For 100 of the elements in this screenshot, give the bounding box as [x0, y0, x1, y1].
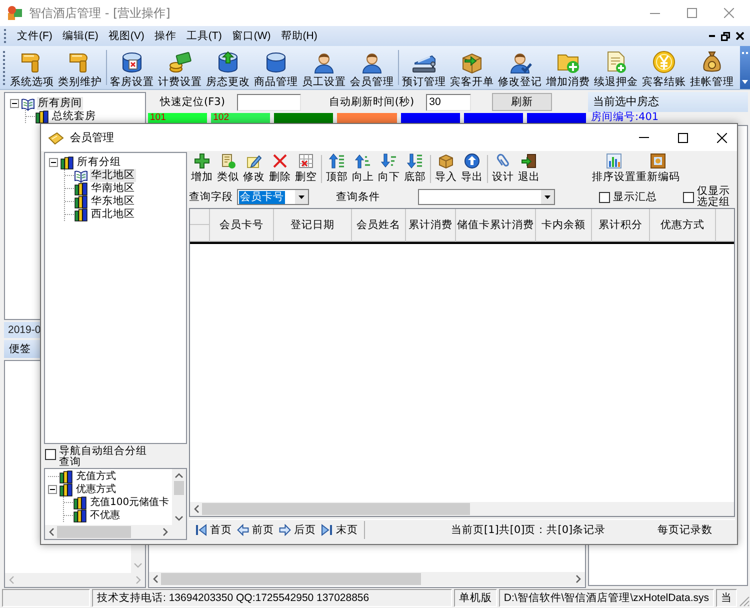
tree-item[interactable]: 总统套房	[51, 110, 97, 123]
scroll-right-icon[interactable]	[576, 575, 581, 583]
tree-item[interactable]: 西北地区	[90, 208, 136, 221]
checkbox[interactable]	[45, 449, 56, 460]
toolbar-button[interactable]: 退出	[516, 152, 542, 186]
collapse-icon[interactable]	[48, 485, 57, 494]
maximize-icon[interactable]	[678, 132, 688, 142]
tree-item[interactable]: 优惠方式	[75, 483, 117, 496]
collapse-icon[interactable]	[49, 158, 58, 167]
toolbar-button[interactable]: 会员管理	[348, 46, 396, 89]
tree-item[interactable]: 所有分组	[76, 156, 122, 169]
toolbar-button[interactable]: 客房设置	[108, 46, 156, 89]
scrollbar-thumb[interactable]	[174, 481, 184, 495]
toolbar-button[interactable]: 设计	[490, 152, 516, 186]
toolbar-button[interactable]: 向上	[350, 152, 376, 186]
column-header[interactable]: 累计消费	[406, 209, 456, 242]
toolbar-button[interactable]: 预订管理	[400, 46, 448, 89]
column-header[interactable]: 会员姓名	[352, 209, 406, 242]
scroll-left-icon[interactable]	[153, 575, 158, 583]
column-header[interactable]: 储值卡累计消费	[456, 209, 536, 242]
horizontal-scrollbar[interactable]	[190, 502, 734, 516]
toolbar-button[interactable]: 宾客结账	[640, 46, 688, 89]
toolbar-overflow-button[interactable]	[740, 46, 750, 89]
toolbar-button[interactable]: 底部	[402, 152, 428, 186]
toolbar-button[interactable]: 删空	[293, 152, 319, 186]
room-tile[interactable]	[526, 113, 586, 124]
scroll-left-icon[interactable]	[49, 528, 54, 536]
room-tile[interactable]	[274, 113, 334, 124]
scrollbar-thumb[interactable]	[57, 526, 131, 538]
horizontal-scrollbar[interactable]	[149, 572, 585, 586]
room-tile[interactable]	[337, 113, 397, 124]
menu-item[interactable]: 视图(V)	[103, 27, 150, 45]
room-tile[interactable]: 101	[148, 113, 208, 124]
query-condition-dropdown[interactable]	[418, 189, 555, 205]
menu-item[interactable]: 文件(F)	[12, 27, 58, 45]
column-header[interactable]: 会员卡号	[210, 209, 274, 242]
resize-grip-icon[interactable]	[739, 596, 750, 607]
tree-item[interactable]: 充值方式	[75, 470, 117, 483]
tree-item[interactable]: 华东地区	[90, 195, 136, 208]
restore-icon[interactable]	[721, 32, 730, 40]
toolbar-button[interactable]: 房态更改	[204, 46, 252, 89]
pager-button[interactable]: 后页	[279, 523, 316, 537]
scroll-left-icon[interactable]	[194, 505, 199, 513]
scroll-right-icon[interactable]	[163, 528, 168, 536]
toolbar-button[interactable]: 员工设置	[300, 46, 348, 89]
toolbar-button[interactable]: 导入	[433, 152, 459, 186]
toolbar-button[interactable]: 修改	[241, 152, 267, 186]
room-tile[interactable]	[400, 113, 460, 124]
scroll-down-icon[interactable]	[175, 516, 183, 521]
column-header[interactable]: 卡内余额	[536, 209, 592, 242]
toolbar-button[interactable]: 类似	[215, 152, 241, 186]
toolbar-button[interactable]: 修改登记	[496, 46, 544, 89]
toolbar-button[interactable]: 类别维护	[56, 46, 104, 89]
toolbar-button[interactable]: 重新编码	[636, 152, 680, 186]
toolbar-button[interactable]: 计费设置	[156, 46, 204, 89]
menu-item[interactable]: 窗口(W)	[226, 27, 276, 45]
room-tile[interactable]	[464, 113, 523, 124]
tree-item[interactable]: 华北地区	[90, 169, 136, 182]
refresh-button[interactable]: 刷新	[492, 93, 552, 111]
close-icon[interactable]	[717, 132, 727, 142]
toolbar-button[interactable]: 删除	[267, 152, 293, 186]
toolbar-button[interactable]: 排序设置	[592, 152, 636, 186]
menu-item[interactable]: 帮助(H)	[276, 27, 322, 45]
pager-button[interactable]: 末页	[321, 523, 358, 537]
menu-item[interactable]: 编辑(E)	[57, 27, 104, 45]
refresh-interval-input[interactable]: 30	[426, 94, 472, 110]
toolbar-button[interactable]: 系统选项	[8, 46, 56, 89]
room-tile[interactable]: 102	[211, 113, 270, 124]
tree-item[interactable]: 所有房间	[37, 97, 83, 110]
checkbox[interactable]	[683, 192, 694, 202]
tree-item[interactable]: 充值100元储值卡	[89, 496, 170, 509]
menu-item[interactable]: 操作	[149, 27, 182, 45]
menu-item[interactable]: 工具(T)	[181, 27, 227, 45]
column-header[interactable]: 累计积分	[592, 209, 650, 242]
collapse-icon[interactable]	[10, 99, 19, 108]
pager-button[interactable]: 前页	[237, 523, 274, 537]
scroll-up-icon[interactable]	[175, 473, 183, 478]
tree-item[interactable]: 不优惠	[89, 509, 121, 522]
toolbar-button[interactable]: 续退押金	[592, 46, 640, 89]
scrollbar-thumb[interactable]	[202, 503, 470, 515]
checkbox[interactable]	[599, 192, 610, 202]
close-icon[interactable]	[736, 32, 744, 40]
tree-item[interactable]: 华南地区	[90, 182, 136, 195]
toolbar-button[interactable]: 向下	[376, 152, 402, 186]
toolbar-button[interactable]: 导出	[459, 152, 485, 186]
toolbar-button[interactable]: 增加消费	[544, 46, 592, 89]
vertical-scrollbar[interactable]	[172, 469, 186, 525]
toolbar-button[interactable]: 宾客开单	[448, 46, 496, 89]
toolbar-button[interactable]: 商品管理	[252, 46, 300, 89]
pager-button[interactable]: 首页	[195, 523, 232, 537]
column-header[interactable]: 登记日期	[274, 209, 352, 242]
toolbar-button[interactable]: 增加	[189, 152, 215, 186]
scrollbar-thumb[interactable]	[161, 573, 421, 585]
toolbar-button[interactable]: 顶部	[324, 152, 350, 186]
column-header[interactable]: 优惠方式	[650, 209, 716, 242]
quick-locate-input[interactable]	[236, 94, 301, 110]
query-field-dropdown[interactable]: 会员卡号	[237, 189, 309, 205]
horizontal-scrollbar[interactable]	[45, 525, 172, 539]
toolbar-button[interactable]: 挂帐管理	[688, 46, 736, 89]
minimize-icon[interactable]	[650, 12, 660, 14]
